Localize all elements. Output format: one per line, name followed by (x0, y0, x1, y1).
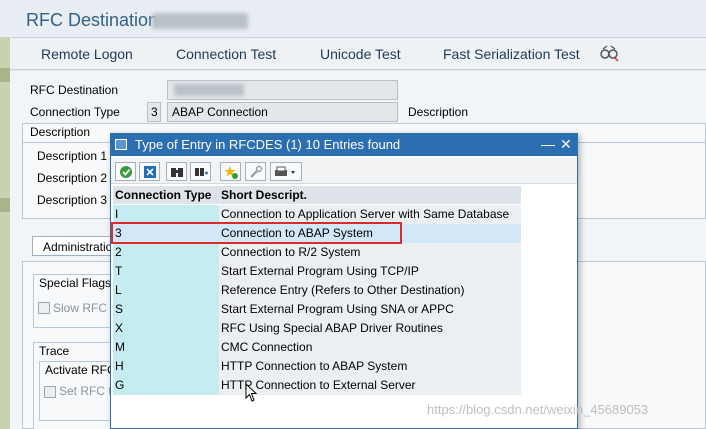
cell-short-description[interactable]: Reference Entry (Refers to Other Destina… (219, 281, 521, 300)
cell-connection-type[interactable]: H (113, 357, 219, 376)
print-icon[interactable] (270, 162, 302, 181)
connection-type-label: Connection Type (30, 105, 120, 119)
cell-connection-type[interactable]: S (113, 300, 219, 319)
connection-type-code-field[interactable]: 3 (147, 102, 161, 122)
cancel-icon[interactable] (139, 162, 160, 181)
table-row[interactable]: T Start External Program Using TCP/IP (113, 262, 521, 281)
redacted-destination (174, 84, 244, 96)
unicode-test-button[interactable]: Unicode Test (320, 46, 401, 62)
watermark-text: https://blog.csdn.net/weixin_45689053 (427, 402, 649, 417)
continue-icon[interactable] (115, 162, 136, 181)
find-icon[interactable] (166, 162, 187, 181)
table-row[interactable]: S Start External Program Using SNA or APP… (113, 300, 521, 319)
cell-short-description[interactable]: Start External Program Using SNA or APPC (219, 300, 521, 319)
column-header-connection-type[interactable]: Connection Type (113, 186, 219, 204)
cell-connection-type[interactable]: L (113, 281, 219, 300)
special-flags-title: Special Flags (37, 276, 114, 290)
description-2-label: Description 2 (37, 171, 108, 185)
cell-short-description[interactable]: RFC Using Special ABAP Driver Routines (219, 319, 521, 338)
add-favorite-icon[interactable] (220, 162, 241, 181)
remote-logon-button[interactable]: Remote Logon (41, 46, 133, 62)
value-help-popup: Type of Entry in RFCDES (1) 10 Entries f… (110, 133, 578, 429)
table-row[interactable]: G HTTP Connection to External Server (113, 376, 521, 395)
cell-connection-type[interactable]: G (113, 376, 219, 395)
cell-connection-type[interactable]: T (113, 262, 219, 281)
close-icon[interactable]: ✕ (560, 136, 572, 153)
trace-title: Trace (37, 344, 72, 358)
table-row[interactable]: H HTTP Connection to ABAP System (113, 357, 521, 376)
cell-connection-type[interactable]: M (113, 338, 219, 357)
window-titlebar: RFC Destination (0, 0, 706, 38)
description-right-label: Description (408, 105, 469, 119)
fast-serialization-test-button[interactable]: Fast Serialization Test (443, 46, 580, 62)
connection-test-button[interactable]: Connection Test (176, 46, 276, 62)
application-toolbar: Remote Logon Connection Test Unicode Tes… (10, 38, 706, 70)
cell-short-description[interactable]: HTTP Connection to ABAP System (219, 357, 521, 376)
popup-titlebar: Type of Entry in RFCDES (1) 10 Entries f… (111, 134, 577, 156)
activate-rfc-title: Activate RFC (43, 363, 118, 377)
cell-short-description[interactable]: Connection to R/2 System (219, 243, 521, 262)
rfc-destination-field[interactable] (167, 80, 398, 100)
window-title: RFC Destination (26, 10, 159, 30)
minimize-icon[interactable]: — (541, 136, 555, 152)
tool-icon[interactable] (245, 162, 266, 181)
cell-connection-type[interactable]: 2 (113, 243, 219, 262)
highlight-box (111, 222, 402, 244)
column-header-short-description[interactable]: Short Descript. (219, 186, 521, 204)
cell-short-description[interactable]: HTTP Connection to External Server (219, 376, 521, 395)
popup-toolbar (111, 158, 577, 184)
cell-connection-type[interactable]: X (113, 319, 219, 338)
slow-rfc-label: Slow RFC c (53, 301, 117, 315)
cell-short-description[interactable]: Start External Program Using TCP/IP (219, 262, 521, 281)
cell-short-description[interactable]: CMC Connection (219, 338, 521, 357)
set-rfc-checkbox[interactable] (44, 386, 56, 398)
popup-window-icon (115, 139, 127, 150)
connection-type-text-field: ABAP Connection (167, 102, 398, 122)
mouse-cursor-icon (245, 383, 258, 402)
description-group-title: Description (28, 125, 93, 139)
redacted-title (152, 13, 248, 29)
find-next-icon[interactable] (190, 162, 211, 181)
description-1-label: Description 1 (37, 149, 108, 163)
slow-rfc-checkbox[interactable] (38, 302, 50, 314)
set-rfc-label: Set RFC t (59, 384, 112, 398)
table-row[interactable]: L Reference Entry (Refers to Other Destin… (113, 281, 521, 300)
left-edge-strip (0, 38, 10, 429)
description-3-label: Description 3 (37, 193, 108, 207)
table-row[interactable]: 2 Connection to R/2 System (113, 243, 521, 262)
table-row[interactable]: M CMC Connection (113, 338, 521, 357)
glasses-icon[interactable] (599, 43, 619, 63)
popup-title: Type of Entry in RFCDES (1) 10 Entries f… (135, 137, 401, 152)
rfc-destination-label: RFC Destination (30, 83, 119, 97)
table-row[interactable]: X RFC Using Special ABAP Driver Routines (113, 319, 521, 338)
